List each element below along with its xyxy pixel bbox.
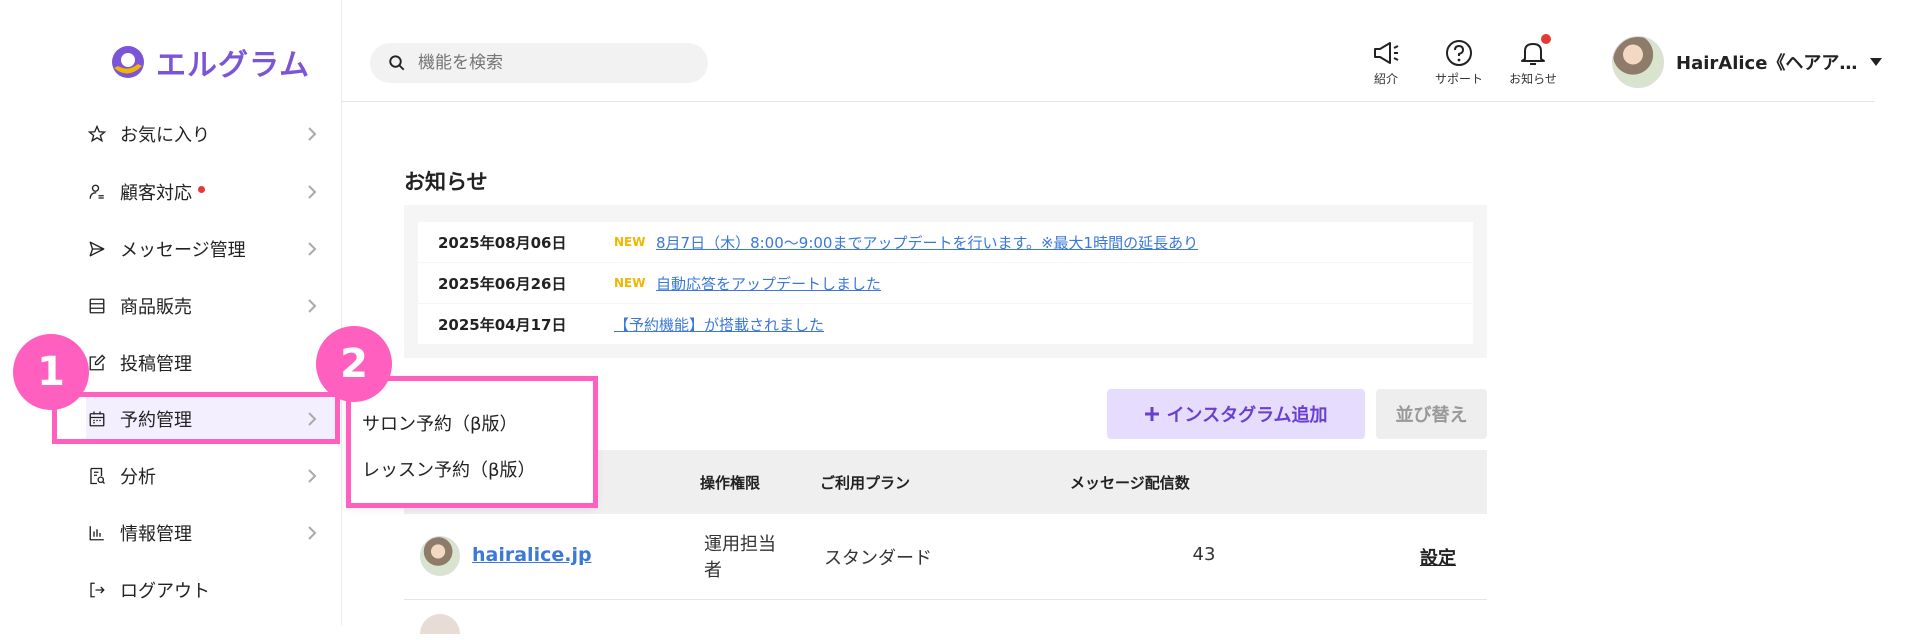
sidebar-item-label: お気に入り <box>120 125 210 146</box>
header-icon-label: お知らせ <box>1509 72 1557 86</box>
logo[interactable]: エルグラム <box>108 40 310 84</box>
header-divider <box>342 101 1875 102</box>
header-icon-label: サポート <box>1434 72 1483 86</box>
new-badge: NEW <box>614 235 646 249</box>
sidebar-item-customer[interactable]: 顧客対応 <box>86 170 336 214</box>
header-icon-label: 紹介 <box>1373 72 1398 86</box>
notice-link[interactable]: 自動応答をアップデートしました <box>656 273 881 294</box>
sidebar-item-label: 投稿管理 <box>120 354 192 375</box>
sidebar-item-analytics[interactable]: 分析 <box>86 454 336 498</box>
chevron-right-icon <box>308 469 317 483</box>
column-header-permission: 操作権限 <box>700 474 761 492</box>
user-menu[interactable]: HairAlice《ヘアア… <box>1612 36 1883 88</box>
sidebar-item-label: ログアウト <box>120 581 210 602</box>
sidebar-item-label: 顧客対応 <box>120 183 192 204</box>
highlight-box-step2 <box>346 376 598 508</box>
report-icon <box>86 465 108 487</box>
add-instagram-label: インスタグラム追加 <box>1166 405 1328 426</box>
header-intro-button[interactable]: 紹介 <box>1351 38 1421 87</box>
plan-cell: スタンダード <box>824 548 932 569</box>
column-header-plan: ご利用プラン <box>820 474 911 492</box>
sidebar-item-logout[interactable]: ログアウト <box>86 568 336 612</box>
step-badge-1: 1 <box>13 334 89 410</box>
column-header-messages: メッセージ配信数 <box>1070 474 1190 492</box>
sidebar-item-favorites[interactable]: お気に入り <box>86 112 336 156</box>
sidebar-item-label: 情報管理 <box>120 524 192 545</box>
header-support-button[interactable]: サポート <box>1424 38 1494 87</box>
chevron-right-icon <box>308 299 317 313</box>
account-avatar <box>420 536 460 576</box>
message-count-cell: 43 <box>1192 544 1216 565</box>
notice-item: 2025年04月17日 【予約機能】が搭載されました <box>418 304 1473 344</box>
sidebar: エルグラム お気に入り 顧客対応 メッセージ管理 商品販売 投稿管理 予約管理 … <box>0 0 342 625</box>
header-notifications-button[interactable]: お知らせ <box>1498 34 1568 87</box>
notification-dot <box>1541 34 1551 44</box>
person-icon <box>86 181 108 203</box>
step-badge-2: 2 <box>316 326 392 402</box>
notice-link[interactable]: 【予約機能】が搭載されました <box>614 314 824 335</box>
edit-icon <box>86 352 108 374</box>
sidebar-item-label: 分析 <box>120 467 156 488</box>
chevron-right-icon <box>308 242 317 256</box>
notice-date: 2025年08月06日 <box>438 233 567 252</box>
table-row: hairalice.jp 運用担当者 スタンダード 43 設定 <box>404 514 1487 600</box>
notice-date: 2025年06月26日 <box>438 274 567 293</box>
chevron-right-icon <box>308 526 317 540</box>
chevron-right-icon <box>308 127 317 141</box>
help-circle-icon <box>1446 40 1472 66</box>
notice-item: 2025年06月26日 NEW 自動応答をアップデートしました <box>418 263 1473 303</box>
notice-link[interactable]: 8月7日（木）8:00〜9:00までアップデートを行います。※最大1時間の延長あ… <box>656 232 1198 253</box>
settings-link[interactable]: 設定 <box>1420 544 1456 570</box>
brand-name: エルグラム <box>156 48 311 83</box>
permission-cell: 運用担当者 <box>704 534 776 581</box>
notification-dot <box>198 185 205 193</box>
notice-date: 2025年04月17日 <box>438 315 567 334</box>
add-instagram-button[interactable]: インスタグラム追加 <box>1107 389 1365 439</box>
account-link[interactable]: hairalice.jp <box>472 544 592 566</box>
send-icon <box>86 238 108 260</box>
highlight-box-step1 <box>52 392 340 444</box>
star-icon <box>86 123 108 145</box>
account-avatar <box>420 614 460 634</box>
logout-icon <box>86 579 108 601</box>
user-name: HairAlice《ヘアア… <box>1676 53 1858 74</box>
caret-down-icon <box>1870 58 1883 66</box>
sidebar-item-posts[interactable]: 投稿管理 <box>86 341 336 385</box>
megaphone-icon <box>1374 42 1399 64</box>
search-input[interactable] <box>418 53 668 73</box>
notices-title: お知らせ <box>404 170 488 194</box>
store-icon <box>86 295 108 317</box>
notices-list: 2025年08月06日 NEW 8月7日（木）8:00〜9:00までアップデート… <box>404 205 1487 358</box>
sort-button[interactable]: 並び替え <box>1376 389 1487 439</box>
chevron-right-icon <box>308 185 317 199</box>
sidebar-item-messages[interactable]: メッセージ管理 <box>86 227 336 271</box>
plus-icon <box>1145 407 1160 421</box>
logo-icon <box>108 42 148 82</box>
bar-chart-icon <box>86 522 108 544</box>
search-icon <box>389 55 405 71</box>
new-badge: NEW <box>614 276 646 290</box>
sidebar-item-sales[interactable]: 商品販売 <box>86 284 336 328</box>
notice-item: 2025年08月06日 NEW 8月7日（木）8:00〜9:00までアップデート… <box>418 222 1473 262</box>
avatar <box>1612 36 1664 88</box>
sidebar-item-label: メッセージ管理 <box>120 240 246 261</box>
search-bar[interactable] <box>370 43 708 83</box>
sidebar-item-info[interactable]: 情報管理 <box>86 511 336 555</box>
sidebar-item-label: 商品販売 <box>120 297 192 318</box>
